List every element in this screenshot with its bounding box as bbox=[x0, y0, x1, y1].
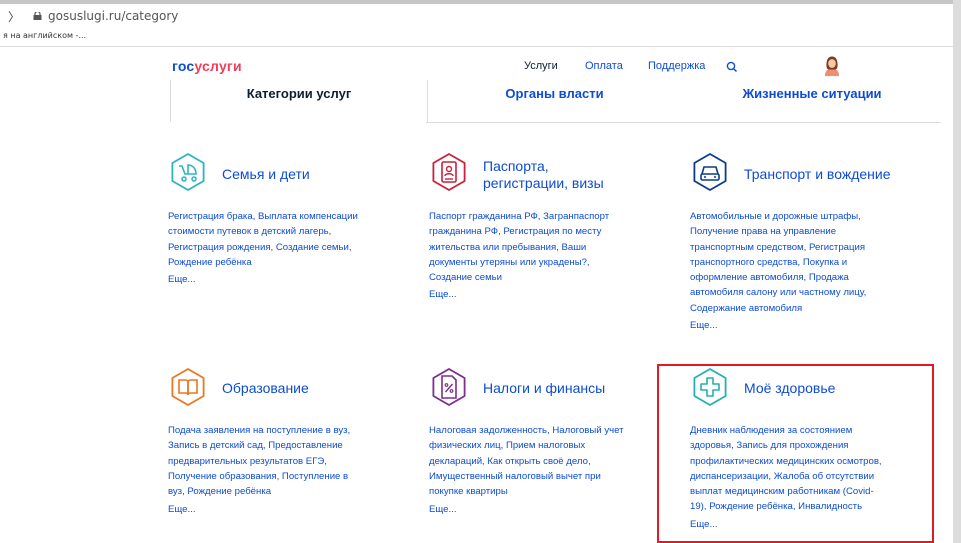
tab-authorities[interactable]: Органы власти bbox=[426, 80, 683, 123]
logo-part-uslugi: услуги bbox=[194, 58, 242, 74]
category-links[interactable]: Паспорт гражданина РФ, Загранпаспорт гра… bbox=[429, 209, 609, 285]
lock-icon bbox=[33, 12, 42, 20]
logo-part-gos: гос bbox=[172, 58, 195, 74]
more-link[interactable]: Еще... bbox=[690, 320, 718, 331]
category-title[interactable]: Транспорт и вождение bbox=[744, 166, 891, 183]
back-arrow-icon[interactable]: 〉 bbox=[8, 8, 20, 25]
category-title[interactable]: Семья и дети bbox=[222, 166, 310, 183]
category-tabs: Категории услуг Органы власти Жизненные … bbox=[170, 80, 941, 123]
car-icon[interactable] bbox=[690, 152, 730, 192]
category-title[interactable]: Паспорта, регистрации, визы bbox=[483, 158, 604, 192]
browser-address-bar[interactable]: 〉 gosuslugi.ru/category bbox=[0, 4, 953, 28]
browser-scrollbar[interactable] bbox=[953, 0, 961, 543]
category-links[interactable]: Автомобильные и дорожные штрафы, Получен… bbox=[690, 209, 866, 316]
category-links[interactable]: Подача заявления на поступление в вуз, З… bbox=[168, 423, 350, 499]
more-link[interactable]: Еще... bbox=[429, 504, 457, 515]
category-links[interactable]: Налоговая задолженность, Налоговый учет … bbox=[429, 423, 624, 499]
stroller-icon[interactable] bbox=[168, 152, 208, 192]
gosuslugi-logo[interactable]: госуслуги bbox=[172, 58, 242, 74]
bookmarks-divider bbox=[0, 46, 953, 47]
category-links[interactable]: Регистрация брака, Выплата компенсации с… bbox=[168, 209, 358, 270]
tax-document-icon[interactable] bbox=[429, 367, 469, 407]
category-title[interactable]: Налоги и финансы bbox=[483, 380, 605, 397]
category-title[interactable]: Образование bbox=[222, 380, 309, 397]
nav-payment[interactable]: Оплата bbox=[585, 60, 623, 72]
book-icon[interactable] bbox=[168, 367, 208, 407]
tab-service-categories[interactable]: Категории услуг bbox=[170, 80, 428, 122]
nav-services[interactable]: Услуги bbox=[524, 60, 558, 72]
more-link[interactable]: Еще... bbox=[429, 289, 457, 300]
passport-icon[interactable] bbox=[429, 152, 469, 192]
bookmark-item[interactable]: я на английском -... bbox=[3, 31, 86, 40]
search-icon[interactable] bbox=[725, 60, 739, 74]
more-link[interactable]: Еще... bbox=[168, 274, 196, 285]
tab-life-situations[interactable]: Жизненные ситуации bbox=[683, 80, 941, 123]
highlight-frame bbox=[657, 364, 934, 543]
more-link[interactable]: Еще... bbox=[168, 504, 196, 515]
user-avatar-icon[interactable] bbox=[820, 54, 844, 78]
address-url[interactable]: gosuslugi.ru/category bbox=[48, 9, 178, 23]
nav-support[interactable]: Поддержка bbox=[648, 60, 705, 72]
